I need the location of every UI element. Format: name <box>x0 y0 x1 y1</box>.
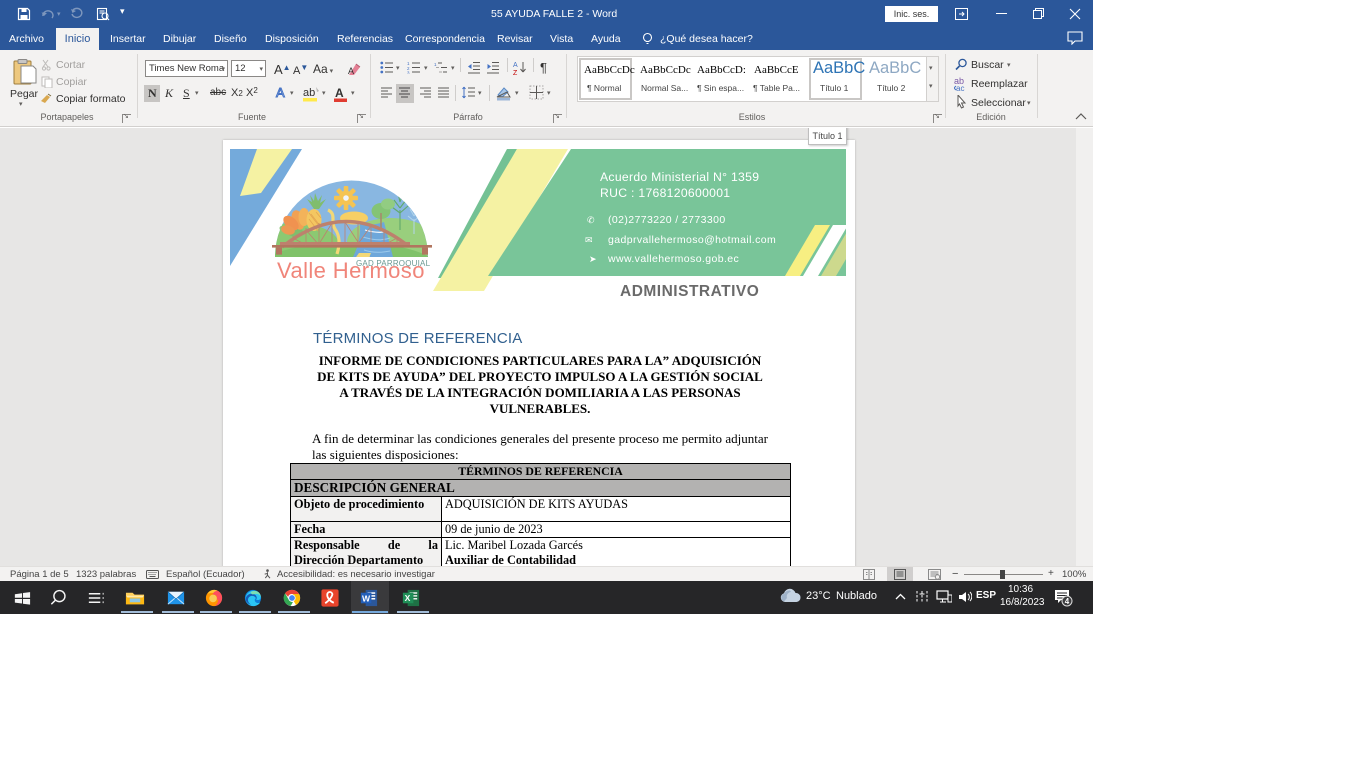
svg-text:(02)2773220 / 2773300: (02)2773220 / 2773300 <box>608 214 726 226</box>
svg-text:A: A <box>513 62 518 69</box>
svg-text:gadprvallehermoso@hotmail.com: gadprvallehermoso@hotmail.com <box>608 234 776 246</box>
svg-text:1: 1 <box>434 62 437 67</box>
svg-text:4: 4 <box>1065 597 1070 606</box>
svg-text:ac: ac <box>956 84 964 91</box>
svg-text:Z: Z <box>513 70 518 75</box>
svg-text:A: A <box>348 66 354 76</box>
svg-text:X: X <box>405 593 411 603</box>
svg-text:W: W <box>362 593 371 603</box>
svg-text:✉: ✉ <box>585 235 593 245</box>
svg-text:Acuerdo Ministerial N° 1359: Acuerdo Ministerial N° 1359 <box>600 170 759 184</box>
svg-text:RUC : 1768120600001: RUC : 1768120600001 <box>600 186 730 200</box>
svg-text:3: 3 <box>407 71 410 75</box>
svg-text:ab: ab <box>303 87 315 99</box>
svg-text:Valle Hermoso: Valle Hermoso <box>277 258 425 283</box>
svg-text:➤: ➤ <box>589 254 597 264</box>
svg-text:A: A <box>335 86 344 100</box>
svg-text:ADMINISTRATIVO: ADMINISTRATIVO <box>620 283 759 300</box>
svg-text:www.vallehermoso.gob.ec: www.vallehermoso.gob.ec <box>607 253 739 265</box>
svg-text:✆: ✆ <box>587 215 595 225</box>
